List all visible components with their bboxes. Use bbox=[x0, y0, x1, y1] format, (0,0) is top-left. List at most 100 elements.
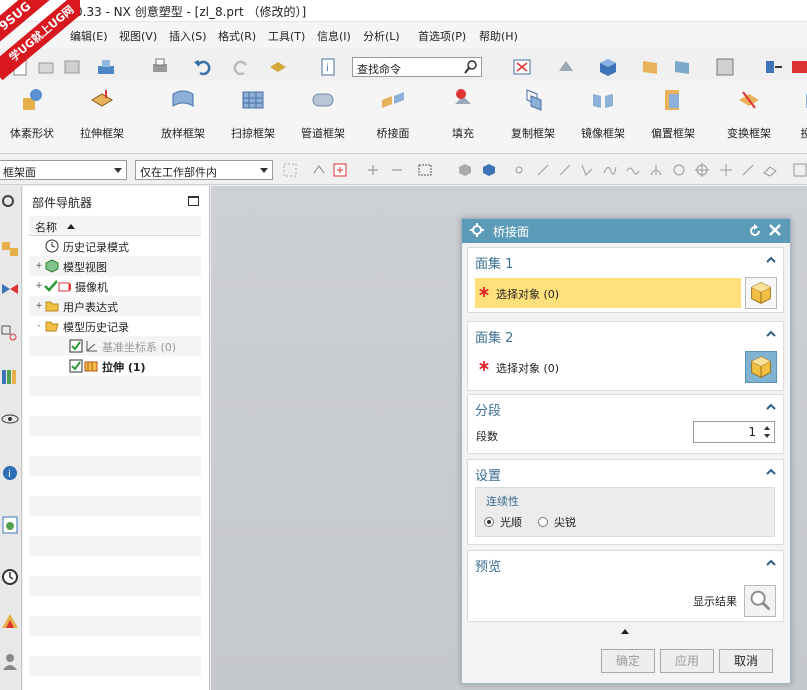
part-display-icon[interactable] bbox=[96, 57, 116, 77]
nav-item-datum-csys[interactable]: 基准坐标系 (0) bbox=[29, 336, 201, 356]
ribbon-fill-button[interactable]: 填充 bbox=[428, 86, 498, 141]
general-selection-filter-icon[interactable] bbox=[283, 163, 297, 177]
remove-select-icon[interactable] bbox=[390, 163, 404, 177]
chevron-up-icon[interactable] bbox=[766, 256, 776, 263]
hd3d-tools-icon[interactable] bbox=[0, 408, 20, 430]
checkbox-checked-icon[interactable] bbox=[69, 339, 83, 353]
snap-existing-point-icon[interactable] bbox=[719, 163, 733, 177]
nav-item-model-views[interactable]: + 模型视图 bbox=[29, 256, 201, 276]
sharp-radio[interactable] bbox=[538, 517, 548, 527]
smooth-radio[interactable] bbox=[484, 517, 494, 527]
background-color-icon[interactable] bbox=[715, 57, 735, 77]
web-browser-icon[interactable]: i bbox=[0, 460, 20, 482]
snap-on-surface-icon[interactable] bbox=[763, 163, 777, 177]
face-set-1-select-object[interactable]: 选择对象 (0) bbox=[475, 278, 741, 308]
selection-scope-select[interactable]: 仅在工作部件内 bbox=[135, 160, 273, 180]
nav-item-model-history[interactable]: - 模型历史记录 bbox=[29, 316, 201, 336]
nav-item-history-mode[interactable]: 历史记录模式 bbox=[29, 236, 201, 256]
part-navigator-icon[interactable] bbox=[0, 322, 20, 344]
add-select-icon[interactable] bbox=[366, 163, 380, 177]
display-mode-icon[interactable] bbox=[268, 57, 288, 77]
segments-value[interactable]: 1 bbox=[748, 425, 756, 439]
save-icon[interactable] bbox=[62, 57, 82, 77]
ribbon-extrude-cage-button[interactable]: 拉伸框架 bbox=[67, 86, 137, 141]
command-finder[interactable]: 查找命令 bbox=[352, 57, 482, 77]
menu-help[interactable]: 帮助(H) bbox=[479, 28, 518, 44]
rotate-view-icon[interactable] bbox=[556, 57, 576, 77]
ok-button[interactable]: 确定 bbox=[601, 649, 655, 673]
system-materials-icon[interactable] bbox=[0, 610, 20, 632]
expand-icon[interactable]: + bbox=[35, 282, 43, 291]
apply-button[interactable]: 应用 bbox=[660, 649, 714, 673]
expand-icon[interactable]: + bbox=[35, 302, 43, 311]
ribbon-primitive-shape-button[interactable]: 体素形状 bbox=[0, 86, 67, 141]
redo-icon[interactable] bbox=[232, 57, 252, 77]
collapse-icon[interactable]: - bbox=[35, 322, 43, 331]
show-result-button[interactable] bbox=[744, 585, 776, 617]
ribbon-sweep-cage-button[interactable]: 扫掠框架 bbox=[218, 86, 288, 141]
sharp-radio-label[interactable]: 尖锐 bbox=[554, 514, 576, 530]
edit-section-icon[interactable] bbox=[672, 57, 692, 77]
snap-on-curve-icon[interactable] bbox=[741, 163, 755, 177]
ribbon-mirror-cage-button[interactable]: 镜像框架 bbox=[568, 86, 638, 141]
gear-icon[interactable] bbox=[470, 223, 484, 237]
face-set-2-select-face-button[interactable] bbox=[745, 351, 777, 383]
snap-arc-center-icon[interactable] bbox=[649, 163, 663, 177]
roles-icon[interactable] bbox=[0, 650, 20, 672]
snap-intersection-icon[interactable] bbox=[603, 163, 617, 177]
snap-circle-icon[interactable] bbox=[672, 163, 686, 177]
expand-icon[interactable]: + bbox=[35, 262, 43, 271]
reset-icon[interactable] bbox=[748, 224, 762, 238]
menu-view[interactable]: 视图(V) bbox=[119, 28, 157, 44]
ribbon-bridge-face-button[interactable]: 桥接面 bbox=[358, 86, 428, 141]
open-icon[interactable] bbox=[36, 57, 56, 77]
nav-item-cameras[interactable]: + 摄像机 bbox=[29, 276, 201, 296]
move-object-icon[interactable] bbox=[764, 57, 784, 77]
snap-filter-icon[interactable] bbox=[312, 163, 326, 177]
menu-format[interactable]: 格式(R) bbox=[218, 28, 256, 44]
menu-edit[interactable]: 编辑(E) bbox=[70, 28, 108, 44]
new-file-icon[interactable] bbox=[10, 57, 30, 77]
close-icon[interactable] bbox=[768, 223, 782, 237]
maximize-icon[interactable] bbox=[188, 196, 199, 206]
snap-midpoint-icon[interactable] bbox=[558, 163, 572, 177]
select-feature-icon[interactable] bbox=[333, 163, 347, 177]
snap-point-icon[interactable] bbox=[512, 163, 526, 177]
segments-spinner[interactable]: 1 bbox=[693, 421, 775, 443]
ribbon-project-button[interactable]: 投 bbox=[771, 86, 807, 141]
select-body-icon[interactable] bbox=[458, 163, 472, 177]
snap-control-point-icon[interactable] bbox=[580, 163, 594, 177]
process-studio-clock-icon[interactable] bbox=[0, 566, 20, 588]
more-options-toggle[interactable] bbox=[621, 629, 629, 634]
face-set-2-select-object[interactable]: 选择对象 (0) bbox=[475, 352, 741, 382]
name-column-header[interactable]: 名称 bbox=[29, 216, 201, 236]
print-icon[interactable] bbox=[150, 57, 170, 77]
spin-down-icon[interactable] bbox=[764, 434, 770, 438]
chevron-up-icon[interactable] bbox=[766, 403, 776, 410]
snap-curve-icon[interactable] bbox=[626, 163, 640, 177]
info-window-icon[interactable]: i bbox=[318, 57, 338, 77]
undo-icon[interactable] bbox=[192, 57, 212, 77]
nav-item-user-expressions[interactable]: + 用户表达式 bbox=[29, 296, 201, 316]
select-face-icon[interactable] bbox=[482, 163, 496, 177]
shaded-cube-icon[interactable] bbox=[598, 57, 618, 77]
snap-bounded-grid-icon[interactable] bbox=[793, 163, 807, 177]
constraint-navigator-icon[interactable] bbox=[0, 278, 20, 300]
smooth-radio-label[interactable]: 光顺 bbox=[500, 514, 522, 530]
reuse-library-icon[interactable] bbox=[0, 366, 20, 388]
ribbon-offset-cage-button[interactable]: 偏置框架 bbox=[638, 86, 708, 141]
chevron-up-icon[interactable] bbox=[766, 468, 776, 475]
rectangle-select-icon[interactable] bbox=[418, 163, 432, 177]
assembly-navigator-icon[interactable] bbox=[0, 236, 20, 258]
menu-tools[interactable]: 工具(T) bbox=[268, 28, 305, 44]
layer-icon[interactable] bbox=[790, 57, 807, 77]
ribbon-loft-cage-button[interactable]: 放样框架 bbox=[148, 86, 218, 141]
checkbox-checked-icon[interactable] bbox=[69, 359, 83, 373]
chevron-up-icon[interactable] bbox=[766, 559, 776, 566]
chevron-up-icon[interactable] bbox=[766, 330, 776, 337]
settings-gear-icon[interactable] bbox=[0, 190, 20, 212]
snap-endpoint-icon[interactable] bbox=[536, 163, 550, 177]
menu-info[interactable]: 信息(I) bbox=[317, 28, 351, 44]
spin-up-icon[interactable] bbox=[764, 426, 770, 430]
snap-quadrant-icon[interactable] bbox=[695, 163, 709, 177]
